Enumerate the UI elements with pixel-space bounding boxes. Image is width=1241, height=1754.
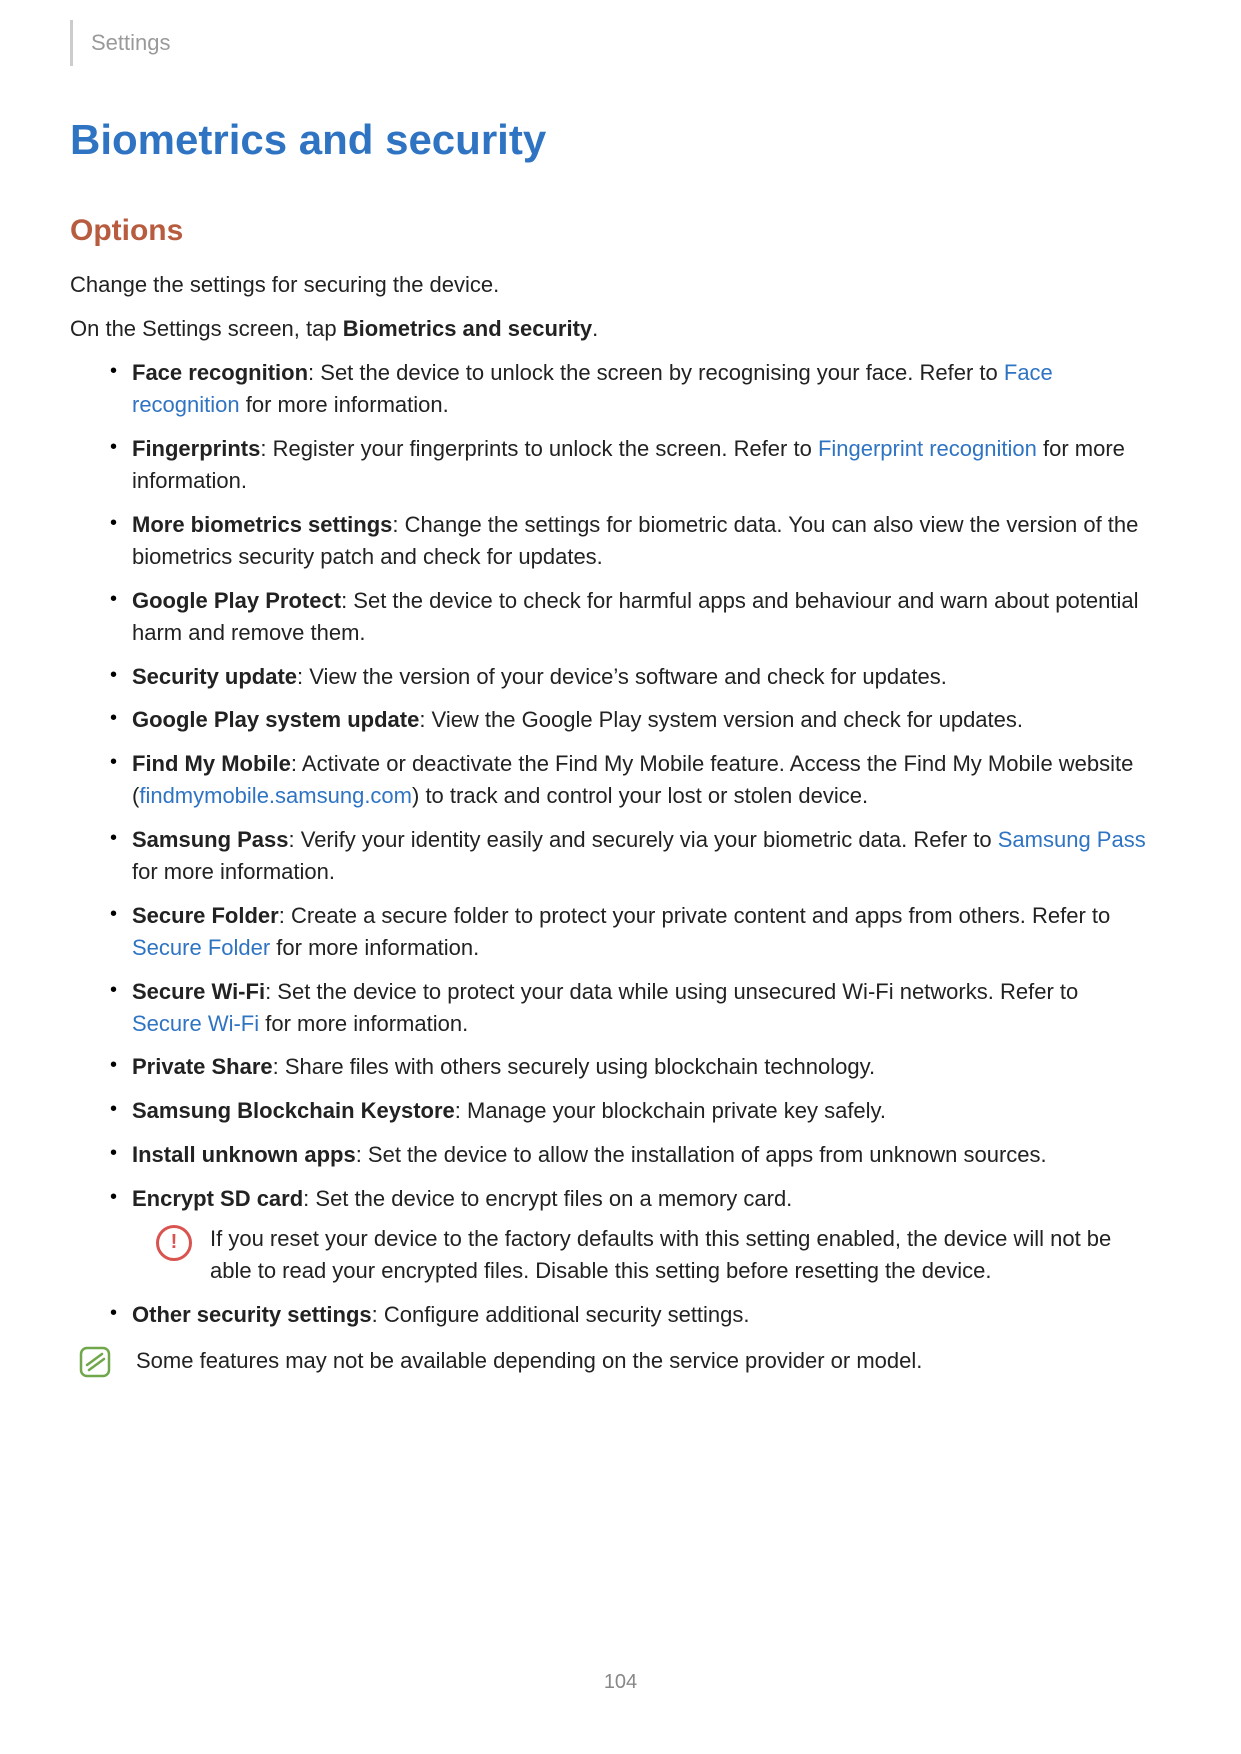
item-text: : View the version of your device’s soft… (297, 664, 947, 689)
note-icon (78, 1345, 112, 1379)
intro-text-2c: . (592, 316, 598, 341)
item-text: ) to track and control your lost or stol… (412, 783, 868, 808)
item-label: Face recognition (132, 360, 308, 385)
item-text: : Create a secure folder to protect your… (279, 903, 1111, 928)
item-text: : Manage your blockchain private key saf… (455, 1098, 886, 1123)
item-text: : Configure additional security settings… (372, 1302, 750, 1327)
options-list: Face recognition: Set the device to unlo… (70, 357, 1151, 1330)
intro-text-2: On the Settings screen, tap Biometrics a… (70, 314, 1151, 344)
intro-text-2b: Biometrics and security (343, 316, 592, 341)
note-text: Some features may not be available depen… (136, 1345, 1151, 1377)
list-item: Secure Wi-Fi: Set the device to protect … (110, 976, 1151, 1040)
item-text: for more information. (240, 392, 449, 417)
item-label: Samsung Pass (132, 827, 289, 852)
warning-text: If you reset your device to the factory … (210, 1223, 1151, 1287)
item-text: : Share files with others securely using… (273, 1054, 875, 1079)
item-link[interactable]: Secure Wi-Fi (132, 1011, 259, 1036)
item-text: for more information. (270, 935, 479, 960)
breadcrumb-container: Settings (70, 20, 1151, 66)
item-text: : Set the device to unlock the screen by… (308, 360, 1004, 385)
list-item: Face recognition: Set the device to unlo… (110, 357, 1151, 421)
list-item: Find My Mobile: Activate or deactivate t… (110, 748, 1151, 812)
item-text: : Set the device to protect your data wh… (265, 979, 1078, 1004)
warning-callout: ! If you reset your device to the factory… (156, 1223, 1151, 1287)
section-title: Options (70, 214, 1151, 248)
list-item: Security update: View the version of you… (110, 661, 1151, 693)
item-text: : View the Google Play system version an… (419, 707, 1023, 732)
item-link[interactable]: findmymobile.samsung.com (139, 783, 412, 808)
list-item: Google Play system update: View the Goog… (110, 704, 1151, 736)
item-label: Secure Folder (132, 903, 279, 928)
intro-text-2a: On the Settings screen, tap (70, 316, 343, 341)
page-number: 104 (0, 1671, 1241, 1694)
item-text: for more information. (132, 859, 335, 884)
item-label: Security update (132, 664, 297, 689)
item-label: More biometrics settings (132, 512, 392, 537)
item-label: Fingerprints (132, 436, 260, 461)
list-item: Install unknown apps: Set the device to … (110, 1139, 1151, 1171)
list-item: Fingerprints: Register your fingerprints… (110, 433, 1151, 497)
item-label: Encrypt SD card (132, 1186, 303, 1211)
item-link[interactable]: Secure Folder (132, 935, 270, 960)
item-text: for more information. (259, 1011, 468, 1036)
item-label: Private Share (132, 1054, 273, 1079)
item-label: Google Play Protect (132, 588, 341, 613)
item-label: Samsung Blockchain Keystore (132, 1098, 455, 1123)
breadcrumb: Settings (91, 30, 171, 55)
list-item: Secure Folder: Create a secure folder to… (110, 900, 1151, 964)
page: Settings Biometrics and security Options… (0, 0, 1241, 1754)
item-label: Google Play system update (132, 707, 419, 732)
warning-glyph: ! (171, 1228, 178, 1257)
note-callout: Some features may not be available depen… (78, 1345, 1151, 1379)
item-label: Other security settings (132, 1302, 372, 1327)
warning-icon: ! (156, 1225, 192, 1261)
item-label: Secure Wi-Fi (132, 979, 265, 1004)
item-text: : Set the device to allow the installati… (356, 1142, 1047, 1167)
item-link[interactable]: Samsung Pass (998, 827, 1146, 852)
list-item: Samsung Pass: Verify your identity easil… (110, 824, 1151, 888)
intro-text-1: Change the settings for securing the dev… (70, 270, 1151, 300)
list-item: Other security settings: Configure addit… (110, 1299, 1151, 1331)
list-item: Google Play Protect: Set the device to c… (110, 585, 1151, 649)
item-text: : Register your fingerprints to unlock t… (260, 436, 818, 461)
list-item: More biometrics settings: Change the set… (110, 509, 1151, 573)
item-text: : Verify your identity easily and secure… (289, 827, 998, 852)
item-link[interactable]: Fingerprint recognition (818, 436, 1037, 461)
item-label: Install unknown apps (132, 1142, 356, 1167)
page-title: Biometrics and security (70, 116, 1151, 164)
list-item: Samsung Blockchain Keystore: Manage your… (110, 1095, 1151, 1127)
item-text: : Set the device to encrypt files on a m… (303, 1186, 792, 1211)
list-item: Encrypt SD card: Set the device to encry… (110, 1183, 1151, 1287)
list-item: Private Share: Share files with others s… (110, 1051, 1151, 1083)
item-label: Find My Mobile (132, 751, 291, 776)
